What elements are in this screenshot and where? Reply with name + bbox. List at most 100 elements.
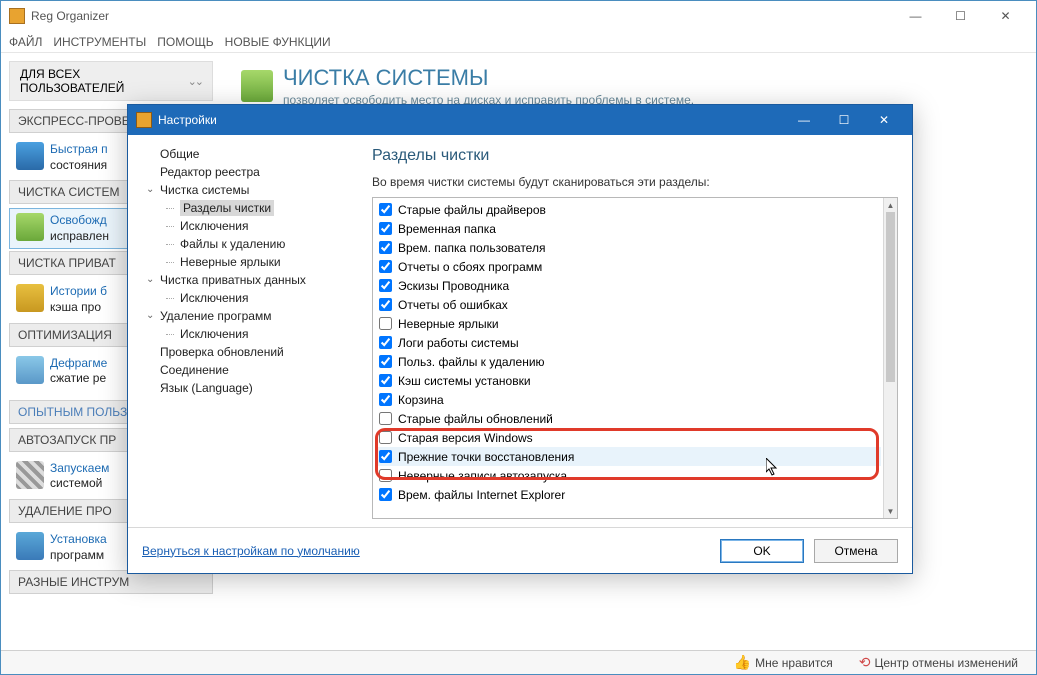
check-row[interactable]: Врем. файлы Internet Explorer [375, 485, 881, 504]
app-icon [9, 8, 25, 24]
check-row[interactable]: Кэш системы установки [375, 371, 881, 390]
check-row[interactable]: Логи работы системы [375, 333, 881, 352]
tree-item[interactable]: Исключения [136, 325, 350, 343]
dialog-close-button[interactable]: ✕ [864, 106, 904, 134]
check-row[interactable]: Старые файлы драйверов [375, 200, 881, 219]
checkbox[interactable] [379, 412, 392, 425]
tree-item-label: Исключения [180, 327, 249, 341]
check-row[interactable]: Отчеты о сбоях программ [375, 257, 881, 276]
checkbox[interactable] [379, 317, 392, 330]
tree-item-label: Соединение [160, 363, 229, 377]
tree-item-label: Чистка системы [160, 183, 249, 197]
check-row[interactable]: Врем. папка пользователя [375, 238, 881, 257]
undo-center-button[interactable]: ⟲ Центр отмены изменений [853, 652, 1024, 673]
scroll-down-icon[interactable]: ▼ [884, 504, 897, 518]
check-label: Логи работы системы [398, 336, 519, 350]
settings-dialog: Настройки — ☐ ✕ ОбщиеРедактор реестра⌄Чи… [127, 104, 913, 574]
check-row[interactable]: Временная папка [375, 219, 881, 238]
tree-item[interactable]: Общие [136, 145, 350, 163]
checkbox[interactable] [379, 393, 392, 406]
checkbox[interactable] [379, 374, 392, 387]
checkbox[interactable] [379, 336, 392, 349]
check-row[interactable]: Неверные записи автозапуска [375, 466, 881, 485]
minimize-button[interactable]: — [893, 2, 938, 30]
settings-panel-desc: Во время чистки системы будут сканироват… [372, 175, 898, 189]
tree-item[interactable]: ⌄Удаление программ [136, 307, 350, 325]
check-label: Врем. папка пользователя [398, 241, 545, 255]
statusbar: 👍 Мне нравится ⟲ Центр отмены изменений [1, 650, 1036, 674]
checkbox[interactable] [379, 450, 392, 463]
like-button[interactable]: 👍 Мне нравится [728, 652, 839, 673]
tree-item-label: Общие [160, 147, 199, 161]
scrollbar[interactable]: ▲ ▼ [883, 198, 897, 518]
check-label: Польз. файлы к удалению [398, 355, 545, 369]
menu-help[interactable]: ПОМОЩЬ [157, 35, 213, 49]
checkbox[interactable] [379, 222, 392, 235]
check-label: Неверные записи автозапуска [398, 469, 567, 483]
checkbox[interactable] [379, 241, 392, 254]
checkbox[interactable] [379, 279, 392, 292]
dialog-footer: Вернуться к настройкам по умолчанию OK О… [128, 527, 912, 573]
tree-item[interactable]: Разделы чистки [136, 199, 350, 217]
page-title: ЧИСТКА СИСТЕМЫ [283, 65, 694, 91]
menu-new[interactable]: НОВЫЕ ФУНКЦИИ [225, 35, 331, 49]
check-row[interactable]: Эскизы Проводника [375, 276, 881, 295]
checkbox[interactable] [379, 431, 392, 444]
thumbs-up-icon: 👍 [734, 654, 751, 671]
user-switch[interactable]: ДЛЯ ВСЕХ ПОЛЬЗОВАТЕЛЕЙ ⌄⌄ [9, 61, 213, 101]
tree-item[interactable]: ⌄Чистка системы [136, 181, 350, 199]
checks-listbox: Старые файлы драйверовВременная папка Вре… [372, 197, 898, 519]
check-row[interactable]: Польз. файлы к удалению [375, 352, 881, 371]
ok-button[interactable]: OK [720, 539, 804, 563]
tree-item[interactable]: Язык (Language) [136, 379, 350, 397]
check-label: Старые файлы обновлений [398, 412, 553, 426]
checkbox[interactable] [379, 488, 392, 501]
broom-icon [16, 284, 44, 312]
tree-item[interactable]: ⌄Чистка приватных данных [136, 271, 350, 289]
tree-item-label: Разделы чистки [180, 200, 274, 216]
check-row[interactable]: Прежние точки восстановления [375, 447, 881, 466]
settings-tree: ОбщиеРедактор реестра⌄Чистка системыРазд… [128, 135, 358, 527]
tree-item-label: Файлы к удалению [180, 237, 285, 251]
checkbox[interactable] [379, 298, 392, 311]
check-row[interactable]: Корзина [375, 390, 881, 409]
tree-item-label: Проверка обновлений [160, 345, 284, 359]
tree-item[interactable]: Проверка обновлений [136, 343, 350, 361]
scroll-up-icon[interactable]: ▲ [884, 198, 897, 212]
dialog-minimize-button[interactable]: — [784, 106, 824, 134]
check-row[interactable]: Старая версия Windows [375, 428, 881, 447]
tree-item[interactable]: Исключения [136, 217, 350, 235]
tree-item[interactable]: Исключения [136, 289, 350, 307]
checkbox[interactable] [379, 203, 392, 216]
check-icon [16, 142, 44, 170]
menu-file[interactable]: ФАЙЛ [9, 35, 42, 49]
menu-tools[interactable]: ИНСТРУМЕНТЫ [53, 35, 146, 49]
checkbox[interactable] [379, 260, 392, 273]
check-label: Врем. файлы Internet Explorer [398, 488, 565, 502]
check-row[interactable]: Старые файлы обновлений [375, 409, 881, 428]
flag-icon [16, 461, 44, 489]
tree-item[interactable]: Редактор реестра [136, 163, 350, 181]
reset-defaults-link[interactable]: Вернуться к настройкам по умолчанию [142, 544, 360, 558]
gear-icon [16, 356, 44, 384]
dialog-titlebar: Настройки — ☐ ✕ [128, 105, 912, 135]
check-row[interactable]: Отчеты об ошибках [375, 295, 881, 314]
scroll-thumb[interactable] [886, 212, 895, 382]
tree-item-label: Язык (Language) [160, 381, 253, 395]
check-label: Эскизы Проводника [398, 279, 509, 293]
settings-panel-title: Разделы чистки [372, 147, 898, 165]
tree-item-label: Исключения [180, 219, 249, 233]
tree-item[interactable]: Соединение [136, 361, 350, 379]
dialog-maximize-button[interactable]: ☐ [824, 106, 864, 134]
close-button[interactable]: ✕ [983, 2, 1028, 30]
checkbox[interactable] [379, 355, 392, 368]
tree-item[interactable]: Неверные ярлыки [136, 253, 350, 271]
checkbox[interactable] [379, 469, 392, 482]
caret-icon: ⌄ [146, 274, 156, 285]
check-row[interactable]: Неверные ярлыки [375, 314, 881, 333]
tree-item[interactable]: Файлы к удалению [136, 235, 350, 253]
menubar: ФАЙЛ ИНСТРУМЕНТЫ ПОМОЩЬ НОВЫЕ ФУНКЦИИ [1, 31, 1036, 53]
cancel-button[interactable]: Отмена [814, 539, 898, 563]
maximize-button[interactable]: ☐ [938, 2, 983, 30]
disk-icon [16, 213, 44, 241]
